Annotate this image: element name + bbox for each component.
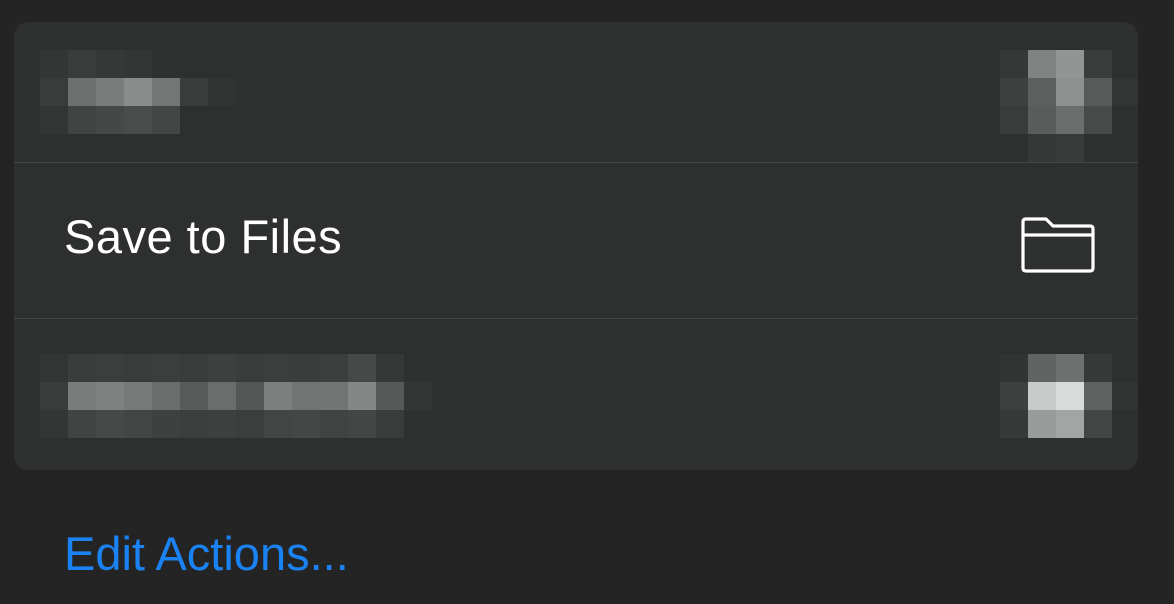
share-sheet-actions: Save to Files Edit Actions... (0, 0, 1174, 604)
action-item-redacted-2[interactable] (14, 319, 1138, 470)
action-item-label: Save to Files (64, 210, 343, 263)
action-list: Save to Files (14, 22, 1138, 470)
edit-actions-link[interactable]: Edit Actions... (64, 530, 349, 577)
action-item-save-to-files[interactable]: Save to Files (14, 163, 1138, 318)
action-item-redacted-1[interactable] (14, 22, 1138, 162)
folder-icon (1021, 217, 1095, 273)
